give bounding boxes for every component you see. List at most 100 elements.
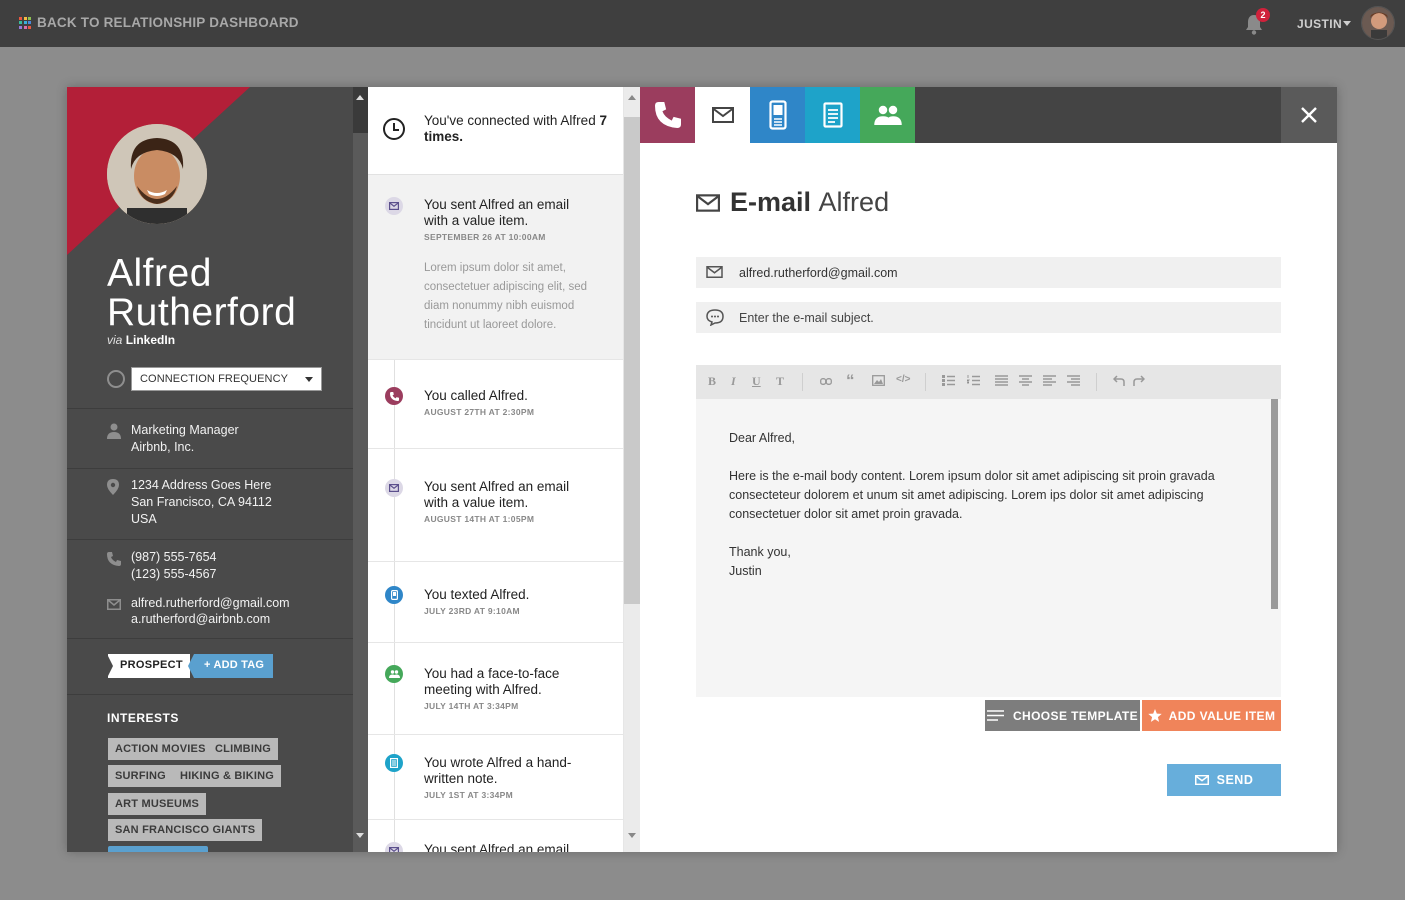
tab-call[interactable] — [640, 87, 695, 143]
timeline-item-title: You had a face-to-face meeting with Alfr… — [424, 666, 560, 697]
interest-chip[interactable]: ACTION MOVIES — [108, 738, 213, 760]
underline-icon[interactable]: U — [752, 374, 761, 389]
timeline-item[interactable]: You sent Alfred an email with a value it… — [368, 449, 623, 562]
text-style-icon[interactable]: T — [776, 374, 784, 389]
interest-chip[interactable]: SURFING — [108, 765, 173, 787]
interest-chip[interactable]: SAN FRANCISCO GIANTS — [108, 819, 263, 841]
people-icon — [873, 105, 902, 125]
phone-icon — [385, 387, 403, 405]
contact-modal: Alfred Rutherford via LinkedIn CONNECTIO… — [67, 87, 1337, 852]
address-info: 1234 Address Goes Here San Francisco, CA… — [131, 477, 272, 528]
timeline-item-title: You wrote Alfred a hand-written note. — [424, 755, 572, 786]
email-to-field — [696, 257, 1281, 288]
email1[interactable]: alfred.rutherford@gmail.com — [131, 595, 290, 611]
via-source: LinkedIn — [125, 333, 176, 347]
image-icon[interactable] — [872, 375, 885, 386]
address-line2: San Francisco, CA 94112 — [131, 495, 272, 509]
scroll-up-icon[interactable] — [628, 95, 636, 100]
interest-chip[interactable]: ART MUSEUMS — [108, 793, 207, 815]
timeline-scrollbar[interactable] — [624, 87, 640, 852]
tab-note[interactable] — [805, 87, 860, 143]
user-avatar[interactable] — [1361, 6, 1395, 40]
timeline-item[interactable]: You sent Alfred an email with a value it… — [368, 175, 623, 360]
send-button[interactable]: SEND — [1167, 764, 1281, 796]
timeline-item[interactable]: You texted Alfred. JULY 23RD AT 9:10AM — [368, 562, 623, 643]
timeline-item[interactable]: You sent Alfred an email — [368, 820, 623, 852]
tag-prospect[interactable]: PROSPECT — [107, 654, 190, 678]
editor-toolbar: B I U T “ </> — [696, 365, 1281, 399]
connection-frequency-select[interactable]: CONNECTION FREQUENCY — [131, 367, 322, 391]
add-tag-button[interactable]: + ADD TAG — [187, 654, 274, 678]
interest-chip-partial[interactable] — [108, 846, 208, 852]
close-button[interactable] — [1281, 87, 1337, 143]
interest-chip[interactable]: HIKING & BIKING — [173, 765, 282, 787]
phone2[interactable]: (123) 555-4567 — [131, 566, 216, 583]
map-pin-icon — [107, 479, 119, 495]
mail-icon — [385, 197, 403, 215]
speech-bubble-icon — [706, 309, 724, 326]
bullet-list-icon[interactable] — [942, 375, 955, 386]
phone-icon — [654, 102, 681, 128]
job-info: Marketing Manager Airbnb, Inc. — [131, 422, 239, 456]
redo-icon[interactable] — [1133, 375, 1145, 386]
via-prefix: via — [107, 333, 123, 347]
interest-chip[interactable]: CLIMBING — [208, 738, 278, 760]
summary-prefix: You've connected with Alfred — [424, 113, 600, 128]
timeline-item-body: Lorem ipsum dolor sit amet, consectetuer… — [424, 262, 588, 331]
email2[interactable]: a.rutherford@airbnb.com — [131, 611, 290, 627]
chevron-down-icon[interactable] — [1343, 21, 1351, 26]
add-value-item-button[interactable]: ADD VALUE ITEM — [1142, 700, 1281, 731]
timeline-item[interactable]: You called Alfred. AUGUST 27TH AT 2:30PM — [368, 360, 623, 449]
align-right-icon[interactable] — [1067, 375, 1080, 386]
divider — [67, 638, 353, 639]
timeline-item-date: JULY 23RD AT 9:10AM — [424, 606, 520, 616]
link-icon[interactable] — [820, 378, 832, 385]
profile-scrollbar[interactable] — [353, 87, 368, 852]
quote-icon[interactable]: “ — [846, 371, 855, 391]
timeline-item-title: You called Alfred. — [424, 388, 528, 403]
italic-icon[interactable]: I — [731, 374, 736, 389]
email-to-input[interactable] — [739, 257, 1269, 288]
user-menu[interactable]: JUSTIN — [1297, 17, 1342, 31]
numbered-list-icon[interactable] — [967, 375, 980, 386]
timeline-summary: You've connected with Alfred 7 times. — [424, 113, 623, 145]
choose-template-button[interactable]: CHOOSE TEMPLATE — [985, 700, 1140, 731]
contact-name: Alfred Rutherford — [107, 254, 296, 332]
scroll-up-icon[interactable] — [356, 95, 364, 100]
activity-timeline: You've connected with Alfred 7 times. Yo… — [368, 87, 624, 852]
back-to-dashboard-link[interactable]: BACK TO RELATIONSHIP DASHBOARD — [19, 15, 299, 30]
tab-meeting[interactable] — [860, 87, 915, 143]
tab-text[interactable] — [750, 87, 805, 143]
timeline-item[interactable]: You had a face-to-face meeting with Alfr… — [368, 643, 623, 735]
undo-icon[interactable] — [1113, 375, 1125, 386]
scrollbar-thumb[interactable] — [624, 117, 640, 604]
timeline-item-title: You sent Alfred an email — [424, 842, 570, 852]
timeline-item-date: AUGUST 14TH AT 1:05PM — [424, 514, 535, 524]
timeline-item[interactable]: You wrote Alfred a hand-written note. JU… — [368, 735, 623, 820]
scrollbar-thumb[interactable] — [353, 133, 368, 852]
note-icon — [822, 102, 843, 128]
subject-field — [696, 302, 1281, 333]
tab-email[interactable] — [695, 87, 750, 143]
scroll-down-icon[interactable] — [628, 833, 636, 838]
mail-icon — [385, 479, 403, 497]
align-center-icon[interactable] — [1019, 375, 1032, 386]
star-icon — [1147, 708, 1162, 722]
toolbar-separator — [802, 373, 803, 391]
scrollbar-thumb[interactable] — [1271, 399, 1278, 609]
phone1[interactable]: (987) 555-7654 — [131, 549, 216, 566]
editor-scrollbar[interactable] — [1268, 399, 1281, 697]
scroll-down-icon[interactable] — [356, 833, 364, 838]
email-body-editor[interactable]: Dear Alfred, Here is the e-mail body con… — [696, 399, 1268, 697]
subject-input[interactable] — [739, 302, 1269, 333]
justify-icon[interactable] — [995, 375, 1008, 386]
body-content: Here is the e-mail body content. Lorem i… — [729, 469, 1215, 521]
code-icon[interactable]: </> — [896, 374, 910, 385]
bold-icon[interactable]: B — [708, 374, 716, 389]
profile-panel: Alfred Rutherford via LinkedIn CONNECTIO… — [67, 87, 353, 852]
align-left-icon[interactable] — [1043, 375, 1056, 386]
body-closing: Thank you, — [729, 545, 791, 559]
back-link-label: BACK TO RELATIONSHIP DASHBOARD — [37, 15, 299, 30]
compose-title: E-mail Alfred — [696, 187, 889, 218]
contact-last-name: Rutherford — [107, 291, 297, 334]
